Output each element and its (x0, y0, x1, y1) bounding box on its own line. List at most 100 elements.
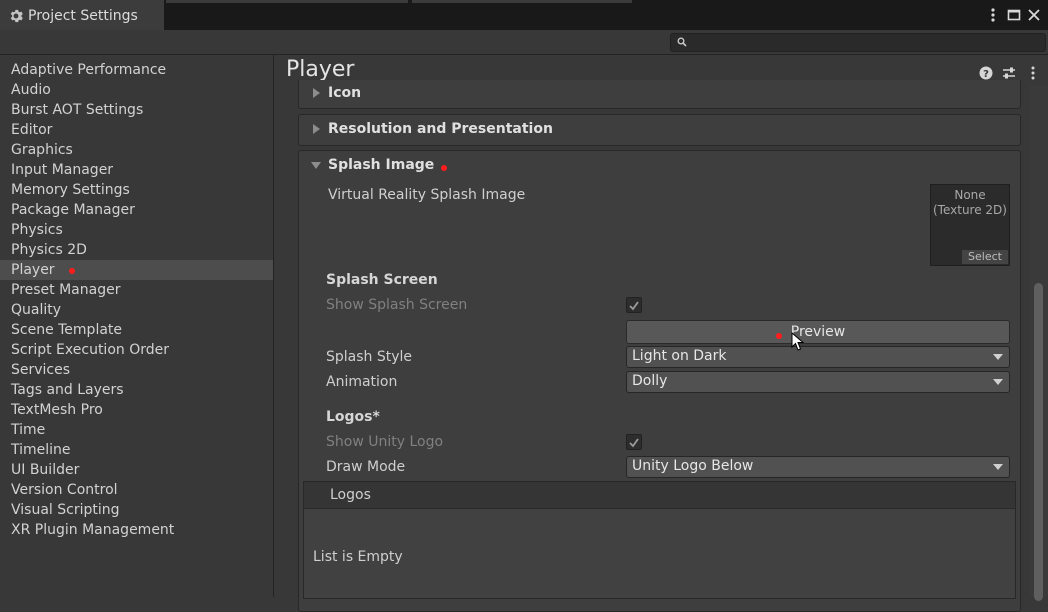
checkmark-icon (629, 438, 639, 448)
svg-text:?: ? (983, 69, 989, 80)
sidebar-item-label: Player (11, 262, 55, 278)
sidebar-item-quality[interactable]: Quality (0, 300, 273, 320)
sidebar-item-services[interactable]: Services (0, 360, 273, 380)
sidebar-item-burst-aot-settings[interactable]: Burst AOT Settings (0, 100, 273, 120)
logos-list-header: Logos (304, 482, 1015, 509)
sidebar-item-xr-plugin-management[interactable]: XR Plugin Management (0, 520, 273, 540)
texture-select-button[interactable]: Select (962, 250, 1008, 264)
sidebar-item-label: TextMesh Pro (11, 402, 103, 418)
maximize-icon[interactable] (1007, 7, 1021, 23)
logos-list-title: Logos (330, 487, 371, 503)
sidebar-item-label: Memory Settings (11, 182, 130, 198)
sidebar-item-visual-scripting[interactable]: Visual Scripting (0, 500, 273, 520)
sidebar-item-label: Physics 2D (11, 242, 87, 258)
marker-dot (69, 268, 75, 274)
sidebar-item-label: Package Manager (11, 202, 135, 218)
sidebar-item-label: UI Builder (11, 462, 80, 478)
chevron-down-icon (993, 464, 1003, 470)
chevron-right-icon[interactable] (313, 88, 320, 98)
splash-style-dropdown[interactable]: Light on Dark (626, 346, 1010, 368)
sidebar-item-memory-settings[interactable]: Memory Settings (0, 180, 273, 200)
sidebar-item-label: Visual Scripting (11, 502, 120, 518)
animation-label: Animation (326, 374, 398, 390)
sidebar-item-adaptive-performance[interactable]: Adaptive Performance (0, 60, 273, 80)
sidebar-item-graphics[interactable]: Graphics (0, 140, 273, 160)
sidebar-item-script-execution-order[interactable]: Script Execution Order (0, 340, 273, 360)
sidebar-item-package-manager[interactable]: Package Manager (0, 200, 273, 220)
scrollbar-thumb[interactable] (1034, 283, 1043, 601)
marker-dot (776, 333, 782, 339)
logos-list: Logos List is Empty (303, 481, 1016, 599)
sidebar-item-preset-manager[interactable]: Preset Manager (0, 280, 273, 300)
texture-slot-text: None (Texture 2D) (931, 188, 1009, 218)
draw-mode-label: Draw Mode (326, 459, 406, 475)
logos-header: Logos* (326, 409, 380, 425)
page-title: Player (286, 57, 355, 82)
close-icon[interactable] (1027, 7, 1041, 23)
search-icon (677, 37, 687, 47)
draw-mode-dropdown[interactable]: Unity Logo Below (626, 456, 1010, 478)
sidebar-item-label: Physics (11, 222, 63, 238)
show-unity-logo-label: Show Unity Logo (326, 434, 444, 450)
sidebar-item-timeline[interactable]: Timeline (0, 440, 273, 460)
sidebar-item-label: Time (11, 422, 46, 438)
animation-value: Dolly (632, 373, 668, 389)
sidebar-item-player[interactable]: Player (0, 260, 273, 280)
sidebar-item-label: Editor (11, 122, 53, 138)
sidebar-item-label: Quality (11, 302, 62, 318)
preset-icon[interactable] (1002, 66, 1016, 80)
splash-style-value: Light on Dark (632, 348, 727, 364)
show-unity-logo-checkbox[interactable] (626, 434, 642, 450)
sidebar-item-tags-and-layers[interactable]: Tags and Layers (0, 380, 273, 400)
sidebar-item-label: Version Control (11, 482, 118, 498)
gear-icon (10, 9, 23, 23)
sidebar-item-time[interactable]: Time (0, 420, 273, 440)
sidebar-item-label: Audio (11, 82, 51, 98)
sidebar-item-ui-builder[interactable]: UI Builder (0, 460, 273, 480)
icon-section[interactable] (298, 80, 1021, 109)
preview-button[interactable]: Preview (626, 320, 1010, 344)
sidebar-item-label: Adaptive Performance (11, 62, 167, 78)
sidebar-item-scene-template[interactable]: Scene Template (0, 320, 273, 340)
background-tab-strip (166, 0, 408, 3)
section-header-resolution[interactable]: Resolution and Presentation (328, 121, 553, 137)
sidebar-item-label: Scene Template (11, 322, 123, 338)
sidebar-item-editor[interactable]: Editor (0, 120, 273, 140)
window-tab[interactable]: Project Settings (0, 0, 164, 32)
show-splash-checkbox[interactable] (626, 297, 642, 313)
show-splash-label: Show Splash Screen (326, 297, 468, 313)
section-header-icon[interactable]: Icon (328, 85, 361, 101)
background-tab-strip (412, 0, 632, 3)
help-icon[interactable]: ? (979, 66, 993, 80)
sidebar-item-version-control[interactable]: Version Control (0, 480, 273, 500)
chevron-right-icon[interactable] (313, 124, 320, 134)
vr-splash-label: Virtual Reality Splash Image (328, 187, 526, 203)
sidebar-item-label: Tags and Layers (11, 382, 124, 398)
sidebar-item-label: Graphics (11, 142, 73, 158)
sidebar: Adaptive Performance Audio Burst AOT Set… (0, 55, 274, 597)
more-options-icon[interactable] (1029, 66, 1037, 80)
draw-mode-value: Unity Logo Below (632, 458, 754, 474)
sidebar-item-label: XR Plugin Management (11, 522, 175, 538)
splash-screen-header: Splash Screen (326, 272, 438, 288)
section-header-splash[interactable]: Splash Image (328, 157, 434, 173)
sidebar-item-label: Input Manager (11, 162, 114, 178)
sidebar-item-label: Script Execution Order (11, 342, 169, 358)
sidebar-item-textmesh-pro[interactable]: TextMesh Pro (0, 400, 273, 420)
search-input[interactable] (670, 33, 1046, 52)
sidebar-item-audio[interactable]: Audio (0, 80, 273, 100)
scrollbar[interactable] (1030, 85, 1048, 601)
chevron-down-icon[interactable] (311, 162, 321, 169)
more-options-icon[interactable] (987, 7, 999, 23)
window-title: Project Settings (28, 8, 138, 24)
sidebar-item-label: Preset Manager (11, 282, 121, 298)
checkmark-icon (629, 301, 639, 311)
sidebar-item-physics-2d[interactable]: Physics 2D (0, 240, 273, 260)
sidebar-item-physics[interactable]: Physics (0, 220, 273, 240)
texture-slot[interactable]: None (Texture 2D) Select (930, 184, 1010, 266)
texture-type-label: (Texture 2D) (933, 203, 1007, 217)
chevron-down-icon (993, 354, 1003, 360)
sidebar-item-input-manager[interactable]: Input Manager (0, 160, 273, 180)
splash-style-label: Splash Style (326, 349, 413, 365)
animation-dropdown[interactable]: Dolly (626, 371, 1010, 393)
